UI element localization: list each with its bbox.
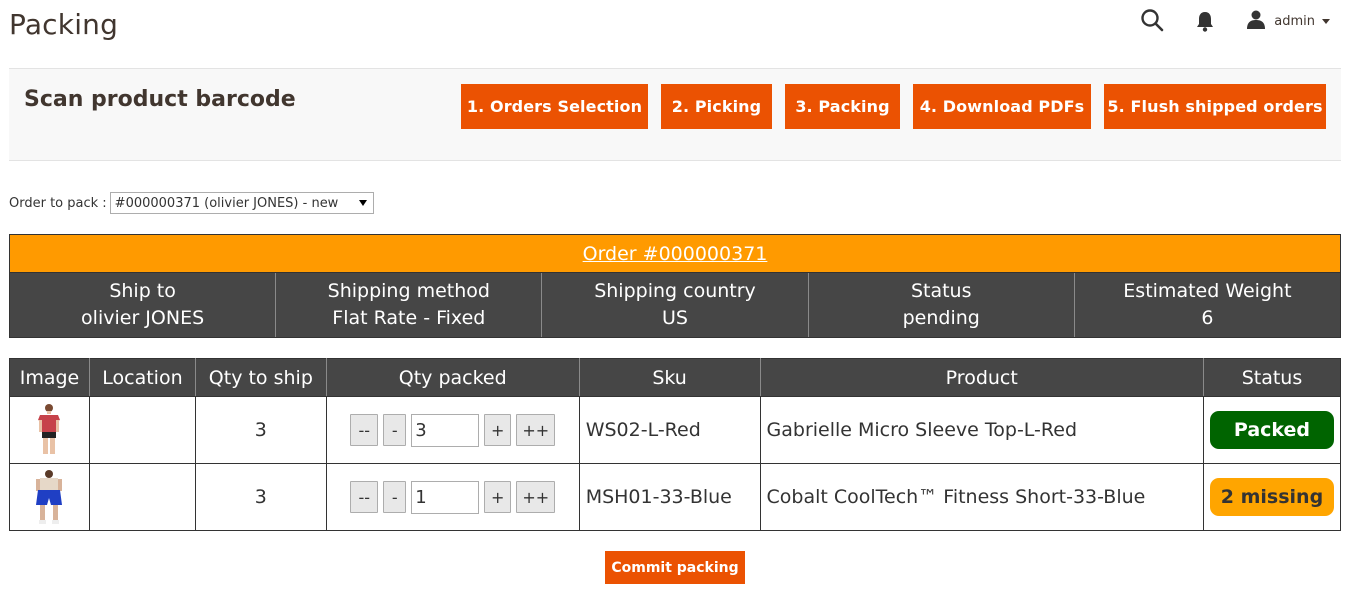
qty-packed-input[interactable]: 3 <box>411 413 480 447</box>
flush-shipped-orders-button[interactable]: 5. Flush shipped orders <box>1104 84 1326 129</box>
decrement-button[interactable]: - <box>383 414 407 446</box>
user-name: admin <box>1274 13 1315 29</box>
col-qty-to-ship: Qty to ship <box>194 358 327 397</box>
table-row: 3 -- - 3 + ++ WS02-L-Red Gabrielle Micro… <box>9 396 1342 464</box>
product-image-cell <box>9 463 90 531</box>
increment-button[interactable]: + <box>484 481 512 513</box>
increment-all-button[interactable]: ++ <box>516 481 556 513</box>
info-value: Flat Rate - Fixed <box>332 307 486 329</box>
sku-cell: MSH01-33-Blue <box>578 463 761 531</box>
download-pdfs-button[interactable]: 4. Download PDFs <box>913 84 1091 129</box>
packing-button[interactable]: 3. Packing <box>785 84 900 129</box>
decrement-button[interactable]: - <box>383 481 407 513</box>
col-product: Product <box>759 358 1204 397</box>
status-cell: Packed <box>1202 396 1342 464</box>
order-select-label: Order to pack : <box>9 195 107 211</box>
order-select[interactable]: #000000371 (olivier JONES) - new <box>109 192 374 214</box>
blue-shorts-product-image <box>36 470 63 524</box>
order-info-weight: Estimated Weight 6 <box>1075 273 1340 337</box>
product-cell: Gabrielle Micro Sleeve Top-L-Red <box>759 396 1204 464</box>
info-value: olivier JONES <box>81 307 205 329</box>
top-toolbar: admin <box>1140 8 1330 34</box>
sku-cell: WS02-L-Red <box>578 396 761 464</box>
picking-button[interactable]: 2. Picking <box>661 84 772 129</box>
increment-button[interactable]: + <box>484 414 512 446</box>
col-sku: Sku <box>578 358 761 397</box>
info-value: pending <box>902 307 980 329</box>
qty-to-ship-cell: 3 <box>194 463 327 531</box>
user-icon <box>1246 9 1266 33</box>
page-title: Packing <box>9 8 119 41</box>
table-header-row: Image Location Qty to ship Qty packed Sk… <box>9 358 1342 397</box>
decrement-all-button[interactable]: -- <box>350 481 379 513</box>
scan-header: Scan product barcode 1. Orders Selection… <box>9 68 1341 161</box>
info-label: Shipping method <box>327 280 490 302</box>
col-status: Status <box>1202 358 1342 397</box>
order-select-row: Order to pack : #000000371 (olivier JONE… <box>9 192 374 214</box>
col-location: Location <box>88 358 196 397</box>
order-summary: Order #000000371 Ship to olivier JONES S… <box>9 234 1341 338</box>
commit-packing-button[interactable]: Commit packing <box>605 551 745 584</box>
col-qty-packed: Qty packed <box>325 358 580 397</box>
qty-to-ship-cell: 3 <box>194 396 327 464</box>
bell-icon[interactable] <box>1194 9 1216 33</box>
info-label: Status <box>910 280 972 302</box>
table-row: 3 -- - 1 + ++ MSH01-33-Blue Cobalt CoolT… <box>9 463 1342 531</box>
location-cell <box>88 396 196 464</box>
dropdown-arrow-icon <box>358 200 367 206</box>
user-menu[interactable]: admin <box>1246 9 1330 33</box>
product-cell: Cobalt CoolTech™ Fitness Short-33-Blue <box>759 463 1204 531</box>
order-info-shipping-method: Shipping method Flat Rate - Fixed <box>276 273 543 337</box>
location-cell <box>88 463 196 531</box>
qty-packed-cell: -- - 1 + ++ <box>325 463 580 531</box>
col-image: Image <box>9 358 90 397</box>
scan-title: Scan product barcode <box>24 87 296 112</box>
items-table: Image Location Qty to ship Qty packed Sk… <box>9 358 1342 531</box>
order-info: Ship to olivier JONES Shipping method Fl… <box>10 273 1340 337</box>
chevron-down-icon <box>1322 18 1330 24</box>
status-badge: 2 missing <box>1209 478 1334 516</box>
qty-packed-input[interactable]: 1 <box>411 480 480 514</box>
decrement-all-button[interactable]: -- <box>350 414 379 446</box>
search-icon[interactable] <box>1140 8 1166 34</box>
quantity-stepper: -- - 1 + ++ <box>327 480 579 514</box>
order-info-ship-to: Ship to olivier JONES <box>10 273 277 337</box>
order-info-status: Status pending <box>809 273 1075 337</box>
info-label: Ship to <box>109 280 176 302</box>
info-value: US <box>662 307 688 329</box>
quantity-stepper: -- - 3 + ++ <box>327 413 579 447</box>
order-link[interactable]: Order #000000371 <box>10 235 1340 273</box>
increment-all-button[interactable]: ++ <box>516 414 556 446</box>
info-label: Shipping country <box>594 280 756 302</box>
qty-packed-cell: -- - 3 + ++ <box>325 396 580 464</box>
info-value: 6 <box>1201 307 1214 329</box>
orders-selection-button[interactable]: 1. Orders Selection <box>461 84 648 129</box>
info-label: Estimated Weight <box>1123 280 1292 302</box>
red-tshirt-product-image <box>38 404 61 454</box>
order-select-value: #000000371 (olivier JONES) - new <box>114 195 339 211</box>
status-cell: 2 missing <box>1202 463 1342 531</box>
status-badge: Packed <box>1209 411 1334 449</box>
order-info-shipping-country: Shipping country US <box>542 273 809 337</box>
product-image-cell <box>9 396 90 464</box>
